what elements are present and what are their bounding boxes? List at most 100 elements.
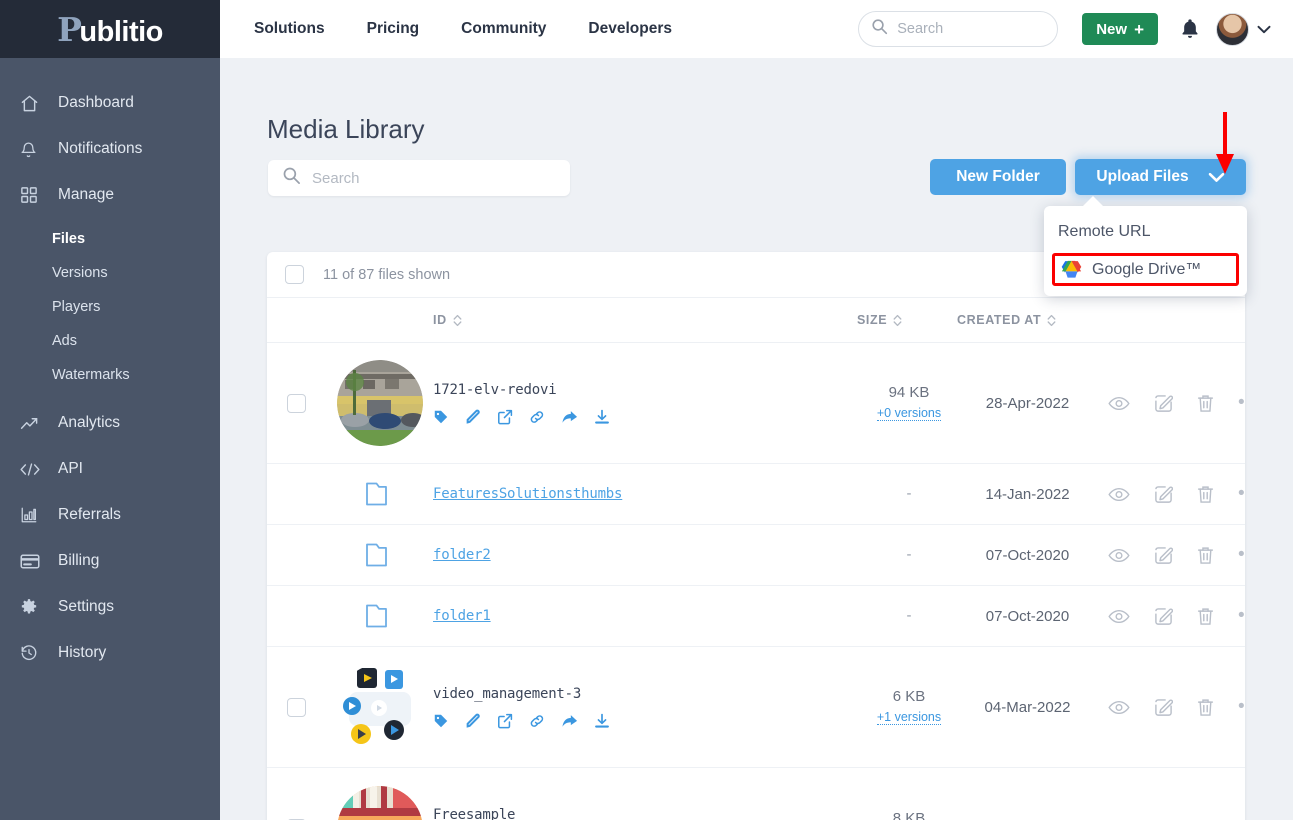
table-row[interactable]: folder2 - 07-Oct-2020 ••• <box>267 525 1245 586</box>
topnav-community[interactable]: Community <box>461 20 546 38</box>
edit-square-icon[interactable] <box>1154 607 1173 626</box>
notifications-bell-icon[interactable] <box>1180 18 1200 40</box>
trash-icon[interactable] <box>1197 485 1214 504</box>
row-created-at: 07-Oct-2020 <box>985 546 1070 564</box>
library-search-input[interactable] <box>312 169 537 187</box>
row-checkbox[interactable] <box>287 697 306 717</box>
link-icon[interactable] <box>529 713 545 729</box>
table-row[interactable]: folder1 - 07-Oct-2020 ••• <box>267 586 1245 647</box>
global-search[interactable] <box>858 11 1059 47</box>
share-icon[interactable] <box>561 713 578 729</box>
topnav-pricing[interactable]: Pricing <box>367 20 420 38</box>
dropdown-item-google-drive[interactable]: Google Drive™ <box>1052 253 1239 286</box>
folder-icon[interactable] <box>365 481 395 507</box>
eye-icon[interactable] <box>1108 548 1130 563</box>
user-avatar[interactable] <box>1216 12 1249 46</box>
trash-icon[interactable] <box>1197 546 1214 565</box>
sidebar-item-referrals[interactable]: Referrals <box>0 492 220 538</box>
tag-icon[interactable] <box>433 409 449 425</box>
file-name: 1721-elv-redovi <box>433 381 557 398</box>
column-header-id[interactable]: ID <box>433 313 462 327</box>
eye-icon[interactable] <box>1108 396 1130 411</box>
edit-square-icon[interactable] <box>1154 485 1173 504</box>
trash-icon[interactable] <box>1197 698 1214 717</box>
trash-icon[interactable] <box>1197 394 1214 413</box>
table-row[interactable]: Freesample 8 KB +1 versions 04-Mar-2022 <box>267 768 1245 820</box>
ellipsis-icon[interactable]: ••• <box>1238 606 1245 626</box>
folder-icon[interactable] <box>365 542 395 568</box>
ellipsis-icon[interactable]: ••• <box>1238 545 1245 565</box>
pencil-icon[interactable] <box>465 409 481 425</box>
table-row[interactable]: video_management-3 6 KB +1 versions 04-M… <box>267 647 1245 768</box>
sidebar-item-billing[interactable]: Billing <box>0 538 220 584</box>
google-drive-label: Google Drive™ <box>1092 260 1202 278</box>
share-icon[interactable] <box>561 409 578 425</box>
topnav-developers[interactable]: Developers <box>588 20 672 38</box>
external-link-icon[interactable] <box>497 409 513 425</box>
folder-name[interactable]: folder2 <box>433 547 491 563</box>
column-header-size[interactable]: SIZE <box>857 313 902 327</box>
global-search-input[interactable] <box>897 21 1048 37</box>
select-all-checkbox[interactable] <box>285 265 304 284</box>
sidebar-item-analytics[interactable]: Analytics <box>0 400 220 446</box>
ellipsis-icon[interactable]: ••• <box>1238 484 1245 504</box>
sidebar-item-manage[interactable]: Manage <box>0 172 220 218</box>
main-content: Media Library New Folder Upload Files Re… <box>220 58 1293 820</box>
sidebar-item-players[interactable]: Players <box>0 290 220 324</box>
versions-link[interactable]: +1 versions <box>876 710 942 725</box>
sidebar-item-ads[interactable]: Ads <box>0 324 220 358</box>
tag-icon[interactable] <box>433 713 449 729</box>
row-name-cell: Freesample <box>433 807 857 820</box>
edit-square-icon[interactable] <box>1154 394 1173 413</box>
folder-icon[interactable] <box>365 603 395 629</box>
folder-name[interactable]: folder1 <box>433 608 491 624</box>
upload-files-button[interactable]: Upload Files <box>1075 159 1246 195</box>
column-header-created-at[interactable]: CREATED AT <box>957 313 1056 327</box>
download-icon[interactable] <box>594 409 610 425</box>
user-chevron-down-icon[interactable] <box>1257 25 1271 34</box>
sidebar-item-versions[interactable]: Versions <box>0 256 220 290</box>
eye-icon[interactable] <box>1108 487 1130 502</box>
sidebar-label: Analytics <box>58 414 121 432</box>
table-row[interactable]: FeaturesSolutionsthumbs - 14-Jan-2022 ••… <box>267 464 1245 525</box>
dropdown-item-remote-url[interactable]: Remote URL <box>1044 214 1247 249</box>
sidebar-sub-label: Watermarks <box>52 367 130 383</box>
sidebar-item-settings[interactable]: Settings <box>0 584 220 630</box>
sidebar-item-api[interactable]: API <box>0 446 220 492</box>
external-link-icon[interactable] <box>497 713 513 729</box>
topnav-solutions[interactable]: Solutions <box>254 20 325 38</box>
row-operations: ••• <box>1094 393 1245 413</box>
ellipsis-icon[interactable]: ••• <box>1238 393 1245 413</box>
sidebar-item-notifications[interactable]: Notifications <box>0 126 220 172</box>
row-size-cell: 94 KB +0 versions <box>857 384 961 422</box>
sidebar-item-dashboard[interactable]: Dashboard <box>0 80 220 126</box>
table-row[interactable]: 1721-elv-redovi 94 KB +0 versions 28-Apr… <box>267 343 1245 464</box>
chevron-down-icon <box>1208 172 1225 183</box>
logo-bar[interactable]: Publitio <box>0 0 220 58</box>
sort-icon <box>1047 314 1056 327</box>
thumbnail-photo-building[interactable] <box>336 360 423 446</box>
row-thumbnail-cell <box>326 360 433 446</box>
pencil-icon[interactable] <box>465 713 481 729</box>
versions-link[interactable]: +0 versions <box>876 406 942 421</box>
link-icon[interactable] <box>529 409 545 425</box>
download-icon[interactable] <box>594 713 610 729</box>
sidebar-item-files[interactable]: Files <box>0 222 220 256</box>
eye-icon[interactable] <box>1108 700 1130 715</box>
ellipsis-icon[interactable]: ••• <box>1238 697 1245 717</box>
library-search[interactable] <box>268 160 570 196</box>
new-folder-button[interactable]: New Folder <box>930 159 1066 195</box>
sidebar-label: Dashboard <box>58 94 134 112</box>
sidebar-item-watermarks[interactable]: Watermarks <box>0 358 220 392</box>
edit-square-icon[interactable] <box>1154 698 1173 717</box>
thumbnail-video-illustration[interactable] <box>336 664 423 750</box>
thumbnail-orange-illustration[interactable] <box>336 785 423 820</box>
edit-square-icon[interactable] <box>1154 546 1173 565</box>
trash-icon[interactable] <box>1197 607 1214 626</box>
row-checkbox[interactable] <box>287 393 306 413</box>
eye-icon[interactable] <box>1108 609 1130 624</box>
folder-name[interactable]: FeaturesSolutionsthumbs <box>433 486 622 502</box>
grid-icon <box>20 185 46 205</box>
sidebar-item-history[interactable]: History <box>0 630 220 676</box>
new-button[interactable]: New + <box>1082 13 1158 45</box>
